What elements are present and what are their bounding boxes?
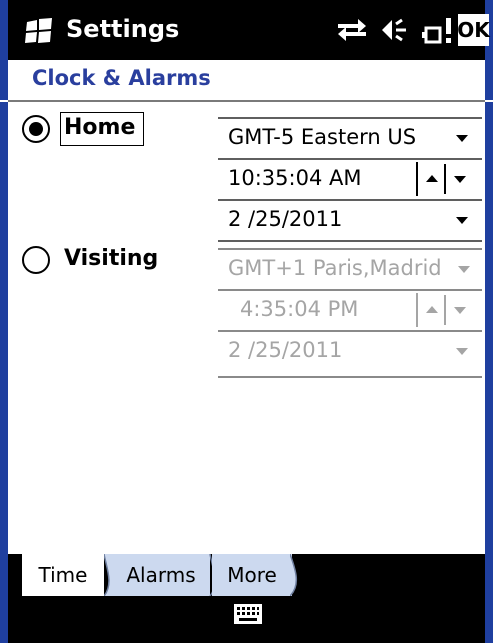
chevron-down-icon xyxy=(458,266,470,273)
ok-button[interactable]: OK xyxy=(457,14,490,46)
home-time-value: 10:35:04 AM xyxy=(228,166,362,190)
home-time-field[interactable]: 10:35:04 AM xyxy=(218,160,482,201)
page-header: Clock & Alarms xyxy=(0,60,493,100)
connectivity-icon[interactable] xyxy=(334,14,370,46)
home-date-value: 2 /25/2011 xyxy=(228,207,343,231)
visiting-radio[interactable] xyxy=(22,246,50,274)
title-bar: Settings OK xyxy=(0,0,493,60)
home-time-spinner[interactable] xyxy=(416,162,482,196)
keyboard-icon[interactable] xyxy=(233,603,263,625)
tab-alarms[interactable]: Alarms xyxy=(112,554,210,596)
home-radio-dot xyxy=(29,122,43,136)
spinner-divider xyxy=(444,164,446,194)
spin-up-icon[interactable] xyxy=(426,306,438,313)
home-radio[interactable] xyxy=(22,115,50,143)
visiting-date-value: 2 /25/2011 xyxy=(228,338,343,362)
tab-more-label: More xyxy=(227,563,277,587)
chevron-down-icon xyxy=(456,348,468,355)
volume-icon[interactable] xyxy=(378,14,410,46)
spinner-divider xyxy=(444,295,446,325)
home-timezone-value: GMT-5 Eastern US xyxy=(228,125,417,149)
tab-alarms-label: Alarms xyxy=(126,563,196,587)
chevron-down-icon xyxy=(456,135,468,142)
visiting-date-dropdown[interactable]: 2 /25/2011 xyxy=(218,332,482,378)
page-title: Clock & Alarms xyxy=(32,66,211,90)
app-title: Settings xyxy=(66,15,180,43)
home-date-dropdown[interactable]: 2 /25/2011 xyxy=(218,201,482,242)
visiting-time-spinner[interactable] xyxy=(416,293,482,327)
spin-up-icon[interactable] xyxy=(426,175,438,182)
visiting-timezone-dropdown[interactable]: GMT+1 Paris,Madrid xyxy=(218,250,482,291)
windows-logo-icon[interactable] xyxy=(24,18,54,44)
tab-time[interactable]: Time xyxy=(22,554,104,596)
home-label[interactable]: Home xyxy=(64,115,135,140)
tab-time-label: Time xyxy=(38,563,88,587)
home-timezone-dropdown[interactable]: GMT-5 Eastern US xyxy=(218,119,482,160)
visiting-time-value: 4:35:04 PM xyxy=(240,297,359,321)
battery-icon[interactable] xyxy=(422,14,454,46)
visiting-timezone-value: GMT+1 Paris,Madrid xyxy=(228,256,442,280)
chevron-down-icon xyxy=(456,217,468,224)
visiting-label[interactable]: Visiting xyxy=(64,246,158,271)
visiting-time-field[interactable]: 4:35:04 PM xyxy=(218,291,482,332)
spin-down-icon[interactable] xyxy=(454,307,466,314)
tab-end xyxy=(290,554,298,596)
spin-down-icon[interactable] xyxy=(454,176,466,183)
tab-more[interactable]: More xyxy=(212,554,292,596)
